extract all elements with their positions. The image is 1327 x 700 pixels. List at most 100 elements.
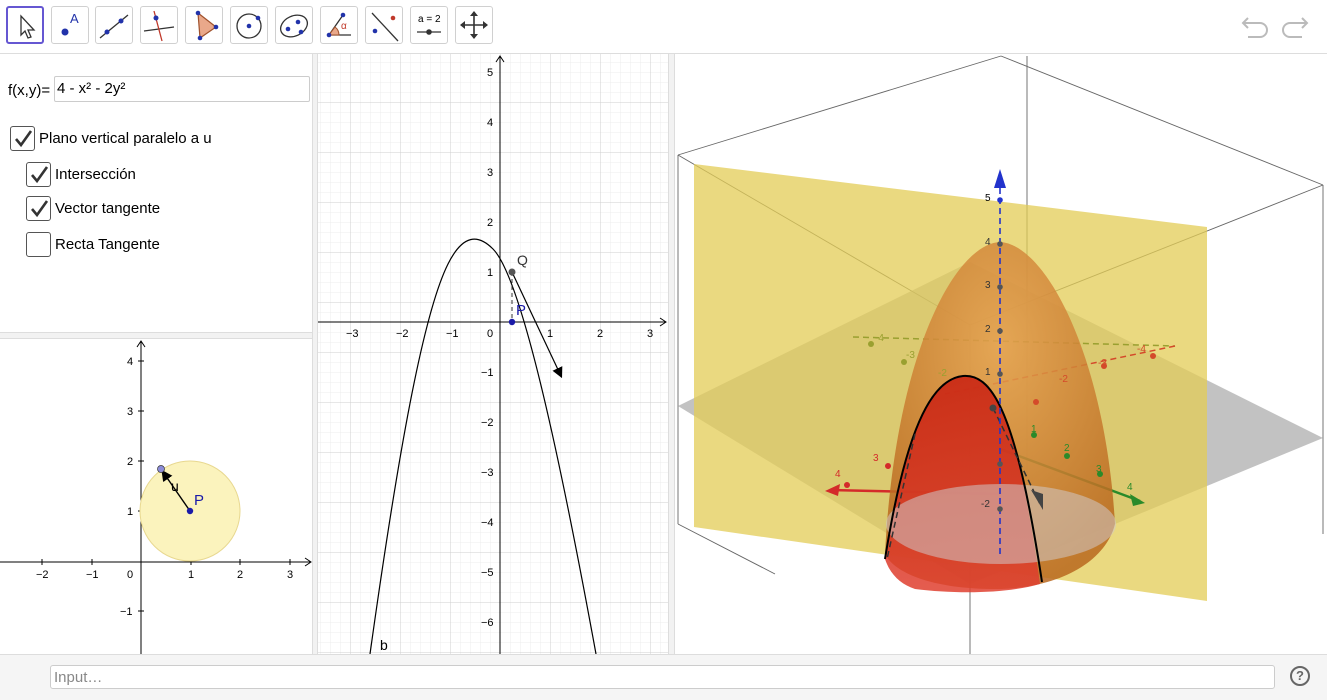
reflect-tool-button[interactable] — [365, 6, 403, 44]
graphics-view-small[interactable]: −2 −1 0 1 2 3 4 3 2 1 −1 u P — [0, 339, 312, 654]
algebra-view: f(x,y)= 4 - x² - 2y² Plano vertical para… — [0, 54, 312, 332]
point-p-label: P — [516, 302, 526, 319]
panel-divider-horizontal[interactable] — [0, 332, 312, 339]
function-label: f(x,y)= — [8, 82, 51, 99]
panel-divider-vertical-2[interactable] — [668, 54, 675, 654]
checkbox-box[interactable] — [26, 196, 51, 221]
move-view-tool-button[interactable] — [455, 6, 493, 44]
checkbox-box[interactable] — [26, 162, 51, 187]
command-input[interactable] — [50, 665, 1275, 689]
point-p[interactable] — [508, 318, 516, 326]
z-tick-label: 1 — [985, 367, 991, 378]
z-tick-label: -2 — [981, 499, 990, 510]
neg-y-tick-label: -4 — [875, 333, 884, 344]
neg-y-tick-label: -2 — [938, 368, 947, 379]
function-input[interactable]: 4 - x² - 2y² — [54, 76, 310, 102]
slider-icon — [417, 29, 441, 35]
ellipse-icon — [279, 14, 309, 38]
graphics-view-3d[interactable]: 5 4 3 2 1 -2 4 3 -4 -3 -2 4 3 2 1 -4 -3 … — [675, 54, 1327, 654]
x-tick-label: 3 — [873, 453, 879, 464]
redo-icon[interactable] — [1278, 12, 1310, 40]
x-tick-label: −3 — [346, 328, 359, 340]
y-tick-label: 2 — [1064, 443, 1070, 454]
x-tick-label: 2 — [597, 328, 603, 340]
x-tick-label: 0 — [487, 328, 493, 340]
y-tick-label: −4 — [481, 517, 494, 529]
y-tick-label: 1 — [1031, 424, 1037, 435]
point-p[interactable] — [186, 507, 194, 515]
x-tick-label: 1 — [547, 328, 553, 340]
x-tick-label: −1 — [86, 569, 99, 581]
line-tool-button[interactable] — [95, 6, 133, 44]
point-label: P — [194, 492, 204, 509]
x-tick-label: −2 — [396, 328, 409, 340]
checkbox-vertical-plane[interactable]: Plano vertical paralelo a u — [10, 126, 212, 151]
y-tick-label: 2 — [487, 217, 493, 229]
perpendicular-line-icon — [143, 10, 175, 42]
point-q[interactable] — [508, 268, 516, 276]
checkbox-intersection[interactable]: Intersección — [26, 162, 136, 187]
checkbox-label: Plano vertical paralelo a u — [39, 130, 212, 147]
y-tick-label: 5 — [487, 67, 493, 79]
y-tick-label: 3 — [487, 167, 493, 179]
circle-icon — [236, 13, 262, 39]
x-tick-label: 0 — [127, 569, 133, 581]
circle-tool-button[interactable] — [230, 6, 268, 44]
checkmark-icon — [15, 130, 33, 148]
z-tick-label: 4 — [985, 237, 991, 248]
perpendicular-tool-button[interactable] — [140, 6, 178, 44]
angle-tool-button[interactable]: α — [320, 6, 358, 44]
y-tick-label: 4 — [487, 117, 493, 129]
checkbox-tangent-line[interactable]: Recta Tangente — [26, 232, 160, 257]
neg-y-tick-label: -3 — [906, 350, 915, 361]
checkbox-tangent-vector[interactable]: Vector tangente — [26, 196, 160, 221]
y-tick-label: 4 — [127, 356, 133, 368]
y-tick-label: −3 — [481, 467, 494, 479]
checkmark-icon — [31, 166, 49, 184]
major-grid — [318, 54, 668, 654]
x-tick-label: 3 — [287, 569, 293, 581]
x-tick-label: 2 — [237, 569, 243, 581]
point-q-3d[interactable] — [989, 404, 997, 412]
z-axis-arrow — [994, 169, 1006, 188]
x-tick-label: 1 — [188, 569, 194, 581]
checkbox-box[interactable] — [10, 126, 35, 151]
ellipse-tool-button[interactable] — [275, 6, 313, 44]
move-tool-button[interactable] — [6, 6, 44, 44]
3d-graph-svg: 5 4 3 2 1 -2 4 3 -4 -3 -2 4 3 2 1 -4 -3 … — [677, 55, 1324, 654]
x-tick-label: 4 — [835, 469, 841, 480]
polygon-tool-button[interactable] — [185, 6, 223, 44]
y-tick-label: 1 — [127, 506, 133, 518]
small-graph-svg: −2 −1 0 1 2 3 4 3 2 1 −1 u P — [0, 340, 312, 654]
graphics-view-main[interactable]: −3 −2 −1 0 1 2 3 5 4 3 2 1 −1 −2 −3 −4 −… — [318, 54, 668, 654]
cursor-arrow-icon — [20, 14, 36, 39]
point-tool-button[interactable]: A — [51, 6, 89, 44]
z-tick-points — [997, 197, 1003, 203]
help-icon[interactable]: ? — [1290, 666, 1310, 686]
line-icon — [99, 14, 129, 39]
checkbox-box[interactable] — [26, 232, 51, 257]
y-tick-label: −2 — [481, 417, 494, 429]
z-tick-label: 5 — [985, 193, 991, 204]
base-ellipse — [886, 484, 1116, 564]
polygon-icon — [195, 10, 219, 41]
toolbar: A α a = 2 — [0, 0, 1327, 54]
point-q-label: Q — [517, 252, 528, 268]
curve-label: b — [380, 637, 388, 653]
angle-icon — [326, 12, 351, 38]
undo-icon[interactable] — [1240, 12, 1272, 40]
neg-x-tick-label: -4 — [1137, 344, 1146, 355]
move-arrows-icon — [460, 11, 488, 39]
y-tick-label: −6 — [481, 617, 494, 629]
vector-tip-point[interactable] — [157, 465, 165, 473]
checkbox-label: Intersección — [55, 166, 136, 183]
slider-tool-button[interactable]: a = 2 — [410, 6, 448, 44]
checkbox-label: Vector tangente — [55, 200, 161, 217]
x-tick-label: 3 — [647, 328, 653, 340]
angle-tool-label: α — [341, 21, 347, 32]
y-tick-label: 2 — [127, 456, 133, 468]
y-tick-label: 3 — [1096, 464, 1102, 475]
main-graph-svg: −3 −2 −1 0 1 2 3 5 4 3 2 1 −1 −2 −3 −4 −… — [318, 54, 668, 654]
y-tick-label: −1 — [481, 367, 494, 379]
checkbox-label: Recta Tangente — [55, 236, 160, 253]
